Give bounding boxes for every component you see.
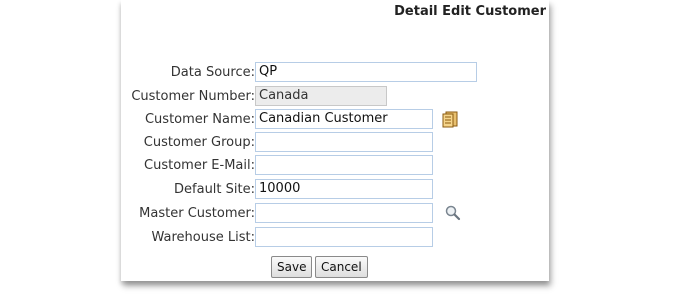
default-site-label: Default Site: xyxy=(174,182,255,197)
customer-name-label: Customer Name: xyxy=(144,112,255,127)
master-customer-field[interactable] xyxy=(255,203,433,223)
customer-number-field: Canada xyxy=(255,86,387,106)
warehouse-list-row: Warehouse List: xyxy=(121,227,549,249)
data-source-label: Data Source: xyxy=(170,65,255,80)
notebook-icon[interactable] xyxy=(441,110,459,128)
warehouse-list-field[interactable] xyxy=(255,227,433,247)
customer-name-field[interactable]: Canadian Customer xyxy=(255,109,433,129)
customer-number-row: Customer Number: Canada xyxy=(121,86,549,108)
customer-group-field[interactable] xyxy=(255,132,433,152)
detail-edit-customer-dialog: Detail Edit Customer Data Source: QP Cus… xyxy=(121,0,549,281)
save-button[interactable]: Save xyxy=(271,256,313,278)
customer-group-row: Customer Group: xyxy=(121,132,549,154)
page-title: Detail Edit Customer xyxy=(394,4,546,19)
customer-email-row: Customer E-Mail: xyxy=(121,155,549,177)
data-source-field[interactable]: QP xyxy=(255,62,477,82)
default-site-row: Default Site: 10000 xyxy=(121,179,549,201)
master-customer-label: Master Customer: xyxy=(139,206,255,221)
customer-number-label: Customer Number: xyxy=(131,89,255,104)
customer-email-field[interactable] xyxy=(255,155,433,175)
warehouse-list-label: Warehouse List: xyxy=(151,230,256,245)
cancel-button[interactable]: Cancel xyxy=(315,256,368,278)
customer-name-row: Customer Name: Canadian Customer xyxy=(121,109,549,131)
default-site-field[interactable]: 10000 xyxy=(255,179,433,199)
data-source-row: Data Source: QP xyxy=(121,62,549,84)
customer-email-label: Customer E-Mail: xyxy=(144,158,255,173)
customer-group-label: Customer Group: xyxy=(143,135,255,150)
master-customer-row: Master Customer: xyxy=(121,203,549,225)
magnifier-search-icon[interactable] xyxy=(444,204,462,222)
